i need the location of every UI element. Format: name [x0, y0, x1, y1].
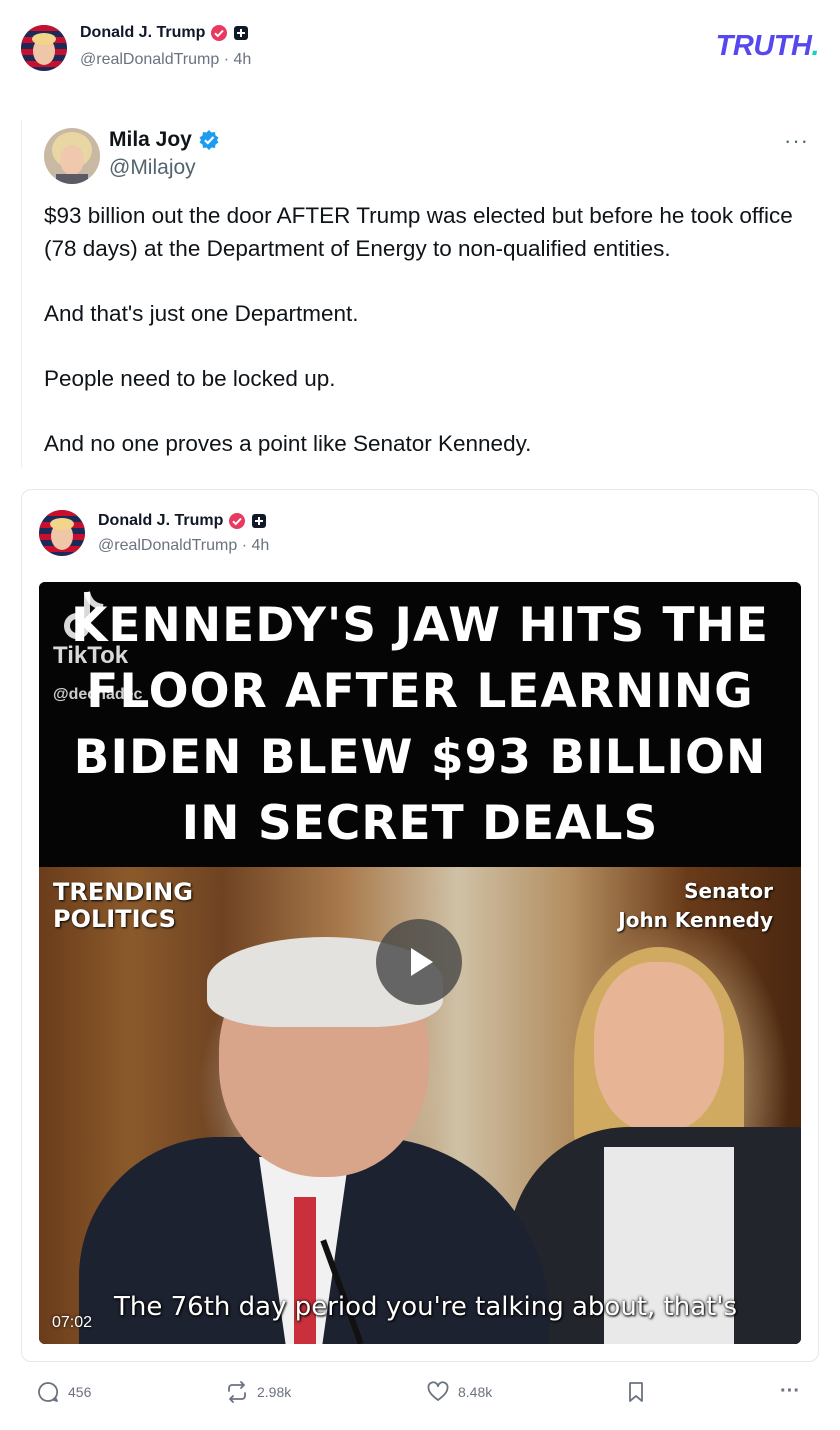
- woman-face: [594, 962, 724, 1132]
- x-author-handle: @Milajoy: [109, 156, 196, 179]
- author-handle[interactable]: @realDonaldTrump: [80, 51, 219, 68]
- tiktok-watermark-handle: @dechadec: [53, 686, 143, 703]
- plus-badge-icon: [252, 514, 267, 528]
- reply-count: 456: [68, 1384, 92, 1400]
- x-author-name-row: Mila Joy: [109, 128, 220, 152]
- plus-badge-icon: [234, 26, 249, 40]
- retruth-count: 2.98k: [257, 1384, 292, 1400]
- truth-logo[interactable]: TRUTH.: [715, 30, 820, 63]
- author-avatar[interactable]: [21, 25, 67, 71]
- x-post-paragraph: $93 billion out the door AFTER Trump was…: [44, 203, 793, 261]
- separator-dot: ·: [241, 537, 252, 554]
- video-headline: KENNEDY'S JAW HITS THE FLOOR AFTER LEARN…: [70, 597, 770, 851]
- quoted-author-handle-time: @realDonaldTrump · 4h: [98, 537, 269, 555]
- bookmark-icon: [629, 1382, 643, 1402]
- video-player[interactable]: KENNEDY'S JAW HITS THE FLOOR AFTER LEARN…: [39, 582, 801, 1344]
- action-bar: 456 2.98k 8.48k ···: [0, 1380, 840, 1416]
- more-icon: ···: [780, 1380, 800, 1402]
- senator-label: Senator John Kennedy: [618, 877, 773, 935]
- tiktok-watermark: TikTok: [53, 642, 129, 669]
- tiktok-logo-icon: [64, 591, 104, 639]
- quoted-author-avatar[interactable]: [39, 510, 85, 556]
- senator-line-1: Senator: [684, 879, 773, 903]
- post-time[interactable]: 4h: [234, 51, 252, 68]
- x-author-avatar: [44, 128, 100, 184]
- trending-politics-label: TRENDING POLITICS: [53, 879, 193, 933]
- video-headline-panel: KENNEDY'S JAW HITS THE FLOOR AFTER LEARN…: [39, 582, 801, 867]
- more-button[interactable]: ···: [780, 1380, 800, 1403]
- senator-line-2: John Kennedy: [618, 908, 773, 932]
- verified-badge-icon: [199, 130, 219, 150]
- quoted-truth-card[interactable]: Donald J. Trump @realDonaldTrump · 4h KE…: [21, 489, 819, 1362]
- retruth-button[interactable]: 2.98k: [225, 1380, 291, 1404]
- reply-icon: [38, 1382, 59, 1402]
- author-handle-time: @realDonaldTrump · 4h: [80, 51, 251, 69]
- author-name[interactable]: Donald J. Trump: [80, 24, 205, 42]
- play-icon: [411, 948, 433, 976]
- quoted-author-name-row[interactable]: Donald J. Trump: [98, 512, 267, 530]
- video-duration: 07:02: [52, 1314, 93, 1331]
- trend-line-1: TRENDING: [53, 878, 193, 906]
- x-author-name: Mila Joy: [109, 128, 192, 151]
- reply-button[interactable]: 456: [36, 1380, 91, 1404]
- x-post-paragraph: People need to be locked up.: [44, 365, 336, 391]
- like-button[interactable]: 8.48k: [426, 1380, 492, 1404]
- bookmark-button[interactable]: [624, 1380, 648, 1404]
- quoted-author-name[interactable]: Donald J. Trump: [98, 512, 223, 530]
- verified-badge-icon: [229, 513, 246, 529]
- more-icon: ···: [784, 128, 809, 153]
- like-count: 8.48k: [458, 1384, 493, 1400]
- verified-badge-icon: [211, 25, 228, 41]
- quoted-post-time[interactable]: 4h: [252, 537, 270, 554]
- x-post-paragraph: And that's just one Department.: [44, 300, 359, 326]
- like-icon: [427, 1381, 449, 1401]
- truth-logo-text: TRUTH: [715, 30, 812, 62]
- x-post-paragraph: And no one proves a point like Senator K…: [44, 430, 532, 456]
- x-post-text: $93 billion out the door AFTER Trump was…: [44, 200, 804, 493]
- separator-dot: ·: [223, 51, 234, 68]
- play-button[interactable]: [376, 919, 462, 1005]
- retruth-icon: [228, 1381, 246, 1403]
- trend-line-2: POLITICS: [53, 905, 176, 933]
- quoted-author-handle[interactable]: @realDonaldTrump: [98, 537, 237, 554]
- video-caption: The 76th day period you're talking about…: [114, 1292, 738, 1322]
- quoted-x-post-image: Mila Joy @Milajoy ··· $93 billion out th…: [21, 120, 819, 468]
- truth-logo-dot: .: [811, 30, 819, 62]
- author-name-row[interactable]: Donald J. Trump: [80, 24, 249, 42]
